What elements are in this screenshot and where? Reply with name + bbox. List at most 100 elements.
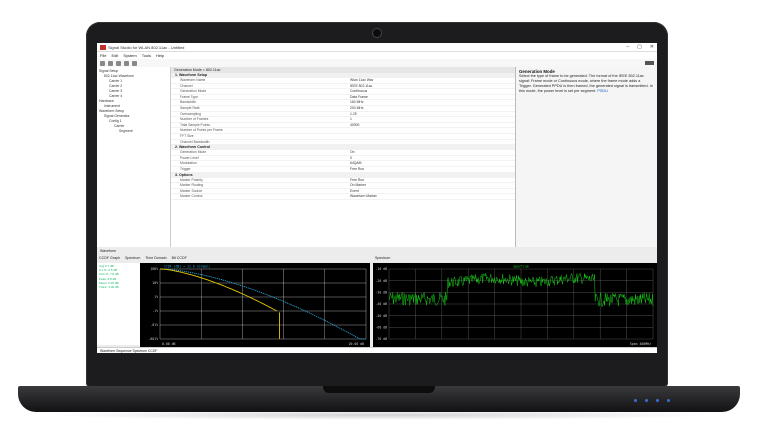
save-icon[interactable] [116, 60, 121, 66]
maximize-button[interactable]: ▢ [637, 44, 642, 50]
y-tick-label: 10% [152, 281, 158, 285]
property-key: FFT Size [180, 133, 194, 138]
property-value[interactable]: Wlan 11ac Wav [350, 78, 515, 83]
tab-bit-ccdf[interactable]: Bit CCDF [172, 256, 187, 260]
y-tick-label: -10 dB [375, 267, 387, 271]
help-panel: Generation Mode Select the type of frame… [516, 67, 657, 247]
menu-system[interactable]: System [123, 53, 136, 58]
property-value[interactable]: Continuous [350, 89, 515, 94]
property-key: Channel Bandwidth [180, 139, 210, 144]
y-tick-label: -60 dB [375, 326, 387, 330]
waveform-tab[interactable]: Waveform [100, 249, 116, 253]
navigation-tree: Signal Setup 802.11ac Waveform Carrier 1… [97, 67, 171, 247]
y-tick-label: -30 dB [375, 291, 387, 295]
property-key: Marker Polarity [180, 177, 203, 182]
spectrum-tab[interactable]: Spectrum [375, 256, 390, 260]
property-row[interactable]: Marker Control Waveform Marker [171, 194, 515, 200]
property-value[interactable]: 160 MHz [350, 100, 515, 105]
y-tick-label: 100% [150, 267, 158, 271]
close-button[interactable]: ✕ [650, 44, 654, 50]
menu-help[interactable]: Help [156, 53, 164, 58]
camera [372, 28, 382, 38]
property-value[interactable]: IEEE 802.11ac [350, 84, 515, 89]
property-key: Total Sample Points [180, 122, 210, 127]
instrument-icon[interactable] [645, 61, 654, 65]
tab-spectrum[interactable]: Spectrum [125, 256, 140, 260]
property-value[interactable]: Free Run [350, 178, 515, 183]
property-value[interactable]: 200 MHz [350, 106, 515, 111]
status-leds [634, 399, 670, 402]
property-key: Sample Rate [180, 105, 200, 110]
laptop-hinge [323, 386, 435, 393]
menu-tools[interactable]: Tools [142, 53, 151, 58]
property-key: Modulation [180, 161, 197, 166]
y-tick-label: -50 dB [375, 314, 387, 318]
property-value[interactable]: On [350, 150, 515, 155]
property-value[interactable] [350, 128, 515, 133]
spectrum-header: Spectrum [513, 265, 528, 269]
tab-ccdf[interactable]: CCDF Graph [99, 256, 120, 260]
print-icon[interactable] [124, 60, 129, 66]
property-key: Waveform Name [180, 78, 206, 82]
help-text: Select the type of frame to be generated… [519, 74, 653, 93]
ccdf-chart: 100% 10% 1% .1% .01% .001% CCDF (dB) = 12.0 (G… [148, 265, 367, 346]
x-tick-label: Span 400MHz [630, 342, 651, 346]
property-value[interactable]: 1 [350, 117, 515, 122]
legend-entry: Trace: 3.00 dB [99, 285, 119, 290]
y-tick-label: .01% [150, 323, 158, 327]
y-tick-label: -40 dB [375, 302, 387, 306]
title-bar: Signal Studio for WLAN 802.11ac - Untitl… [97, 43, 657, 52]
y-tick-label: .001% [148, 337, 158, 341]
property-key: Frame Type [180, 94, 199, 99]
graph-area: Waveform CCDF Graph Spectrum Time Domain… [97, 247, 657, 353]
status-bar: Waveform Sequence Spectrum CCDF [97, 347, 657, 353]
ccdf-legend: Avg 2.7 dB 0.1 %: 6.5 dB 0.01 %: 7.8 dB … [97, 263, 140, 345]
ccdf-signal-curve [159, 268, 277, 312]
ccdf-header: CCDF (dB) = 12.0 (Graph) [164, 265, 210, 269]
property-key: Number of Frames [180, 117, 209, 122]
new-icon[interactable] [100, 60, 105, 66]
property-value[interactable]: 1.25 [350, 112, 515, 117]
y-tick-label: 1% [154, 295, 158, 299]
open-icon[interactable] [108, 60, 113, 66]
spectrum-plot[interactable]: -10 dB -20 dB -30 dB -40 dB -50 dB -60 dB -70 … [373, 263, 657, 347]
ccdf-plot[interactable]: 100% 10% 1% .1% .01% .001% CCDF (dB) = 12.0 (G… [140, 263, 370, 347]
property-key: Generation Mode [180, 89, 207, 94]
property-key: Number of Points per Frame [180, 128, 223, 133]
property-value[interactable]: 64QAM [350, 161, 515, 166]
menu-bar: File Edit System Tools Help [97, 52, 657, 59]
spectrum-chart: -10 dB -20 dB -30 dB -40 dB -50 dB -60 dB -70 … [375, 265, 654, 346]
property-key: Marker Source [180, 188, 203, 193]
property-key: Marker Control [180, 194, 203, 199]
property-key: Bandwidth [180, 100, 196, 105]
property-value[interactable]: On Marker [350, 183, 515, 188]
window-title: Signal Studio for WLAN 802.11ac - Untitl… [108, 44, 185, 50]
y-tick-label: .1% [152, 309, 158, 313]
laptop-base [18, 386, 740, 412]
tab-time-domain[interactable]: Time Domain [145, 256, 166, 260]
property-value[interactable] [350, 134, 515, 139]
minimize-button[interactable]: – [626, 44, 629, 50]
y-tick-label: -20 dB [375, 279, 387, 283]
app-screen: Signal Studio for WLAN 802.11ac - Untitl… [97, 43, 657, 353]
tree-item[interactable]: Segment [99, 129, 168, 134]
menu-edit[interactable]: Edit [111, 53, 118, 58]
property-key: Generation Mode [180, 150, 207, 155]
help-link[interactable]: PSDU [597, 89, 608, 93]
property-key: Trigger [180, 166, 191, 171]
property-value[interactable]: Event [350, 189, 515, 194]
app-logo-icon [100, 44, 106, 50]
properties-panel: Generation Mode = 802.11ac 1. Waveform S… [171, 67, 516, 247]
property-value[interactable]: Free Run [350, 167, 515, 172]
property-value[interactable]: 0 [350, 156, 515, 161]
y-tick-label: -70 dB [375, 337, 387, 341]
property-value[interactable]: 40000 [350, 123, 515, 128]
property-value[interactable]: Waveform Marker [350, 194, 515, 199]
generate-icon[interactable] [132, 60, 137, 66]
property-key: Channel [180, 83, 193, 88]
menu-file[interactable]: File [100, 53, 106, 58]
x-tick-label: 20.00 dB [349, 342, 364, 346]
x-tick-label: 0.00 dB [162, 342, 176, 346]
property-value[interactable] [350, 140, 515, 145]
property-value[interactable]: Data Frame [350, 95, 515, 100]
